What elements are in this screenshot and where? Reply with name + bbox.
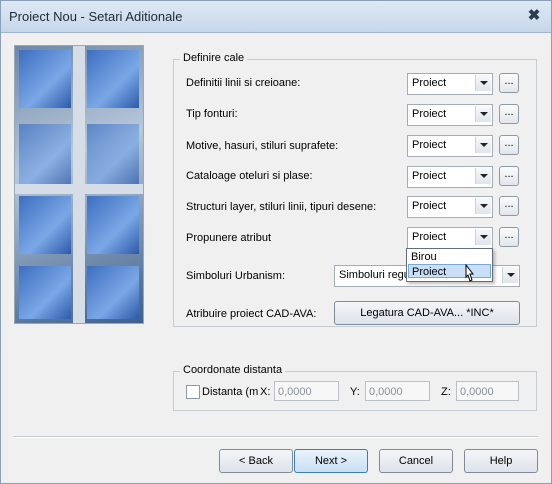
chevron-down-icon[interactable] — [475, 198, 491, 214]
title-bar: Proiect Nou - Setari Aditionale ✖ — [1, 1, 551, 33]
help-button[interactable]: Help — [464, 449, 538, 473]
motive-hasuri-select[interactable]: Proiect — [407, 135, 493, 157]
cataloage-oteluri-select[interactable]: Proiect — [407, 166, 493, 188]
browse-propunere-atribut-button[interactable]: ... — [499, 227, 519, 247]
x-label: X: — [260, 386, 271, 398]
cancel-button[interactable]: Cancel — [379, 449, 453, 473]
footer-divider — [13, 436, 538, 438]
propunere-atribut-dropdown-list: Birou Proiect — [406, 248, 493, 282]
chevron-down-icon[interactable] — [502, 267, 518, 283]
coordonate-distanta-title: Coordonate distanta — [180, 364, 286, 376]
distanta-label: Distanta (m — [202, 386, 259, 398]
browse-motive-hasuri-button[interactable]: ... — [499, 135, 519, 155]
label-cataloage-oteluri: Cataloage oteluri si plase: — [186, 170, 313, 182]
definitii-linii-select[interactable]: Proiect — [407, 73, 493, 95]
z-coordinate-input[interactable]: 0,0000 — [456, 381, 519, 401]
dropdown-option-proiect[interactable]: Proiect — [408, 264, 491, 278]
chevron-down-icon[interactable] — [475, 75, 491, 91]
chevron-down-icon[interactable] — [475, 106, 491, 122]
label-structuri-layer: Structuri layer, stiluri linii, tipuri d… — [186, 201, 377, 213]
browse-cataloage-oteluri-button[interactable]: ... — [499, 166, 519, 186]
chevron-down-icon[interactable] — [475, 168, 491, 184]
x-coordinate-input[interactable]: 0,0000 — [274, 381, 339, 401]
browse-definitii-linii-button[interactable]: ... — [499, 73, 519, 93]
y-coordinate-input[interactable]: 0,0000 — [365, 381, 430, 401]
definire-cale-title: Definire cale — [180, 52, 248, 64]
label-tip-fonturi: Tip fonturi: — [186, 108, 238, 120]
close-icon[interactable]: ✖ — [525, 7, 543, 25]
label-atribuire-proiect: Atribuire proiect CAD-AVA: — [186, 308, 317, 320]
legatura-cad-ava-button[interactable]: Legatura CAD-AVA... *INC* — [334, 301, 520, 325]
dialog-window: Proiect Nou - Setari Aditionale ✖ Defini… — [0, 0, 552, 484]
z-label: Z: — [441, 386, 451, 398]
browse-structuri-layer-button[interactable]: ... — [499, 196, 519, 216]
label-propunere-atribut: Propunere atribut — [186, 232, 271, 244]
tip-fonturi-select[interactable]: Proiect — [407, 104, 493, 126]
dropdown-option-birou[interactable]: Birou — [408, 250, 491, 264]
browse-tip-fonturi-button[interactable]: ... — [499, 104, 519, 124]
dialog-body: Definire cale Definitii linii si creioan… — [1, 33, 551, 483]
label-simboluri-urbanism: Simboluri Urbanism: — [186, 270, 286, 282]
distanta-checkbox[interactable] — [186, 385, 200, 399]
label-motive-hasuri: Motive, hasuri, stiluri suprafete: — [186, 140, 339, 152]
chevron-down-icon[interactable] — [475, 137, 491, 153]
building-illustration — [14, 45, 144, 324]
mouse-pointer-icon — [465, 264, 475, 282]
next-button[interactable]: Next > — [294, 449, 368, 473]
window-title: Proiect Nou - Setari Aditionale — [9, 9, 183, 24]
back-button[interactable]: < Back — [219, 449, 293, 473]
y-label: Y: — [350, 386, 360, 398]
chevron-down-icon[interactable] — [475, 229, 491, 245]
propunere-atribut-select[interactable]: Proiect — [407, 227, 493, 249]
label-definitii-linii: Definitii linii si creioane: — [186, 77, 301, 89]
structuri-layer-select[interactable]: Proiect — [407, 196, 493, 218]
